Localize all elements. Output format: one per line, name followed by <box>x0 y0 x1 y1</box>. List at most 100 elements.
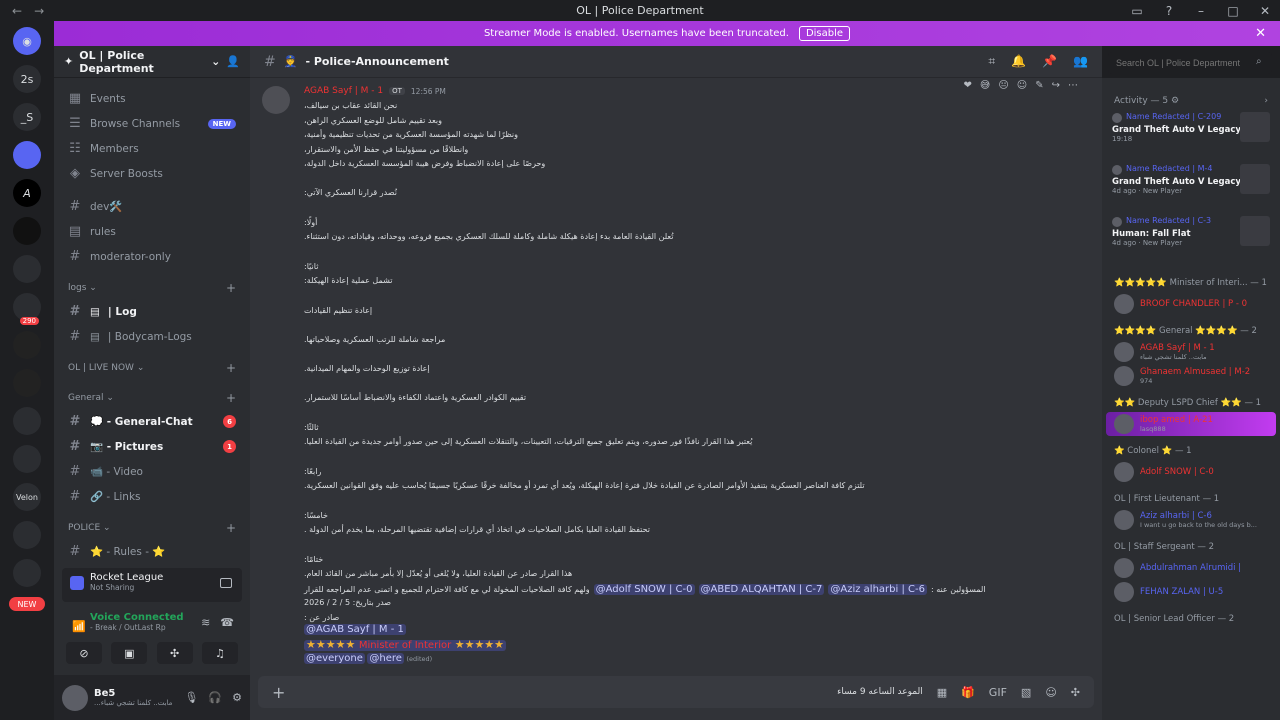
category-live-now[interactable]: OL | LIVE NOW ⌄ + <box>62 357 242 379</box>
category-general[interactable]: General ⌄ + <box>62 387 242 409</box>
heart-reaction-icon[interactable]: ❤ <box>964 80 972 91</box>
server-icon[interactable]: 𝘈 <box>13 179 41 207</box>
avatar[interactable] <box>262 86 290 114</box>
channel-video[interactable]: # 📹 - Video <box>62 459 242 484</box>
member-item[interactable]: BROOF CHANDLER | P - 0 <box>1102 292 1280 316</box>
server-icon[interactable] <box>13 331 41 359</box>
sidebar-item-server-boosts[interactable]: ◈ Server Boosts <box>62 161 242 186</box>
close-icon[interactable]: ✕ <box>1255 26 1266 41</box>
emoji-icon[interactable]: ☺ <box>1045 686 1056 699</box>
channel-general-chat[interactable]: # 💭 - General-Chat 6 <box>62 409 242 434</box>
sidebar-item-events[interactable]: ▦ Events <box>62 86 242 111</box>
sticker-icon[interactable]: ▧ <box>1021 686 1031 699</box>
channel-bodycam-logs[interactable]: # ▤ | Bodycam-Logs <box>62 324 242 349</box>
member-item[interactable]: Abdulrahman Alrumidi | <box>1102 556 1280 580</box>
edit-icon[interactable]: ✎ <box>1035 80 1043 91</box>
home-discord-icon[interactable]: ◉ <box>13 27 41 55</box>
apps-icon[interactable]: ▦ <box>937 686 947 699</box>
member-item[interactable]: Adolf SNOW | C-0 <box>1102 460 1280 484</box>
server-icon[interactable] <box>13 255 41 283</box>
category-logs[interactable]: logs ⌄ + <box>62 277 242 299</box>
channel-pictures[interactable]: # 📷 - Pictures 1 <box>62 434 242 459</box>
channel-rules[interactable]: ▤ rules <box>62 219 242 244</box>
noise-suppression-icon[interactable]: ≋ <box>201 616 210 629</box>
channel-police-rules[interactable]: # ⭐ - Rules - ⭐ <box>62 539 242 564</box>
member-item[interactable]: AGAB Sayf | M - 1 مابت.. كلمنا تشجي شباء <box>1102 340 1280 364</box>
server-icon[interactable]: 2s <box>13 65 41 93</box>
add-channel-icon[interactable]: + <box>226 521 236 535</box>
everyone-mention[interactable]: @everyone <box>304 653 365 664</box>
channel-dev[interactable]: # dev🛠️ <box>62 194 242 219</box>
help-icon[interactable]: ? <box>1162 4 1176 18</box>
server-icon[interactable] <box>13 445 41 473</box>
disconnect-icon[interactable]: ☎ <box>220 616 234 629</box>
server-icon[interactable] <box>13 407 41 435</box>
username[interactable]: Be5 <box>94 688 172 699</box>
server-icon[interactable] <box>13 141 41 169</box>
add-channel-icon[interactable]: + <box>226 391 236 405</box>
activity-item[interactable]: Name Redacted | C-209 Grand Theft Auto V… <box>1102 112 1280 164</box>
channel-links[interactable]: # 🔗 - Links <box>62 484 242 509</box>
here-mention[interactable]: @here <box>367 653 404 664</box>
member-list-icon[interactable]: 👥 <box>1073 54 1088 69</box>
message-composer[interactable]: + الموعد الساعه 9 مساء ▦ 🎁 GIF ▧ ☺ ✣ <box>258 676 1094 708</box>
inbox-icon[interactable]: ▭ <box>1130 4 1144 18</box>
server-icon[interactable] <box>13 369 41 397</box>
bell-icon[interactable]: 🔔 <box>1011 54 1026 69</box>
mention[interactable]: @Adolf SNOW | C-0 <box>593 584 695 595</box>
mention[interactable]: @ABED ALQAHTAN | C-7 <box>698 584 825 595</box>
camera-off-icon[interactable]: ⊘ <box>66 642 102 664</box>
message-input[interactable]: الموعد الساعه 9 مساء <box>837 687 923 697</box>
channel-log[interactable]: # ▤ | Log <box>62 299 242 324</box>
close-window-button[interactable]: ✕ <box>1258 4 1272 18</box>
sidebar-item-browse-channels[interactable]: ☰ Browse Channels NEW <box>62 111 242 136</box>
search-input[interactable] <box>1108 52 1272 74</box>
message-author[interactable]: AGAB Sayf | M - 1 <box>304 86 383 96</box>
server-icon[interactable] <box>13 521 41 549</box>
member-item[interactable]: FEHAN ZALAN | U-5 <box>1102 580 1280 604</box>
soundboard-icon[interactable]: ♫ <box>201 642 238 664</box>
add-reaction-icon[interactable]: ☺ <box>1017 80 1027 91</box>
apps-grid-icon[interactable]: ✣ <box>1071 686 1080 699</box>
server-header[interactable]: ✦ OL | Police Department ⌄ 👤 <box>54 46 250 78</box>
settings-icon[interactable]: ⚙ <box>232 691 242 704</box>
signal-icon[interactable]: 📶 <box>72 620 86 633</box>
server-icon[interactable] <box>13 559 41 587</box>
member-item[interactable]: ibop amed | A-21 lasq888 <box>1106 412 1276 436</box>
avatar[interactable] <box>62 684 88 711</box>
add-user-icon[interactable]: 👤 <box>226 55 240 68</box>
activity-card[interactable]: Rocket League Not Sharing <box>62 568 242 602</box>
microphone-icon[interactable]: 🎙 <box>184 691 198 704</box>
category-police[interactable]: POLICE ⌄ + <box>62 517 242 539</box>
settings-icon[interactable]: ⚙ <box>1168 96 1179 106</box>
server-icon[interactable]: 290 <box>13 293 41 325</box>
maximize-button[interactable]: □ <box>1226 4 1240 18</box>
mention[interactable]: @Aziz alharbi | C-6 <box>828 584 927 595</box>
gif-icon[interactable]: GIF <box>989 686 1007 699</box>
add-channel-icon[interactable]: + <box>226 281 236 295</box>
new-badge[interactable]: NEW <box>9 597 45 611</box>
server-icon[interactable]: _S <box>13 103 41 131</box>
emoji-reaction-icon[interactable]: 😐 <box>998 80 1008 91</box>
screen-share-icon[interactable] <box>220 578 232 588</box>
reply-icon[interactable]: ↪ <box>1052 80 1060 91</box>
sidebar-item-members[interactable]: ☷ Members <box>62 136 242 161</box>
channel-moderator-only[interactable]: # moderator-only <box>62 244 242 269</box>
headphones-icon[interactable]: 🎧 <box>208 691 222 704</box>
screen-share-icon[interactable]: ▣ <box>111 642 148 664</box>
member-item[interactable]: Aziz alharbi | C-6 I want u go back to th… <box>1102 508 1280 532</box>
gift-icon[interactable]: 🎁 <box>961 686 975 699</box>
activity-item[interactable]: Name Redacted | C-3 Human: Fall Flat 4d … <box>1102 216 1280 268</box>
more-icon[interactable]: ⋯ <box>1068 80 1078 91</box>
attach-plus-icon[interactable]: + <box>272 683 285 702</box>
member-item[interactable]: Ghanaem Almusaed | M-2 974 <box>1102 364 1280 388</box>
pin-icon[interactable]: 📌 <box>1042 54 1057 69</box>
server-icon[interactable]: Velon <box>13 483 41 511</box>
role-mention[interactable]: ★★★★★ Minister of Interior ★★★★★ <box>304 638 507 651</box>
disable-button[interactable]: Disable <box>798 26 851 41</box>
chevron-right-icon[interactable]: › <box>1264 96 1268 106</box>
server-icon[interactable] <box>13 217 41 245</box>
minimize-button[interactable]: – <box>1194 4 1208 18</box>
emoji-reaction-icon[interactable]: 😅 <box>980 80 990 91</box>
activities-icon[interactable]: ✣ <box>156 642 193 664</box>
